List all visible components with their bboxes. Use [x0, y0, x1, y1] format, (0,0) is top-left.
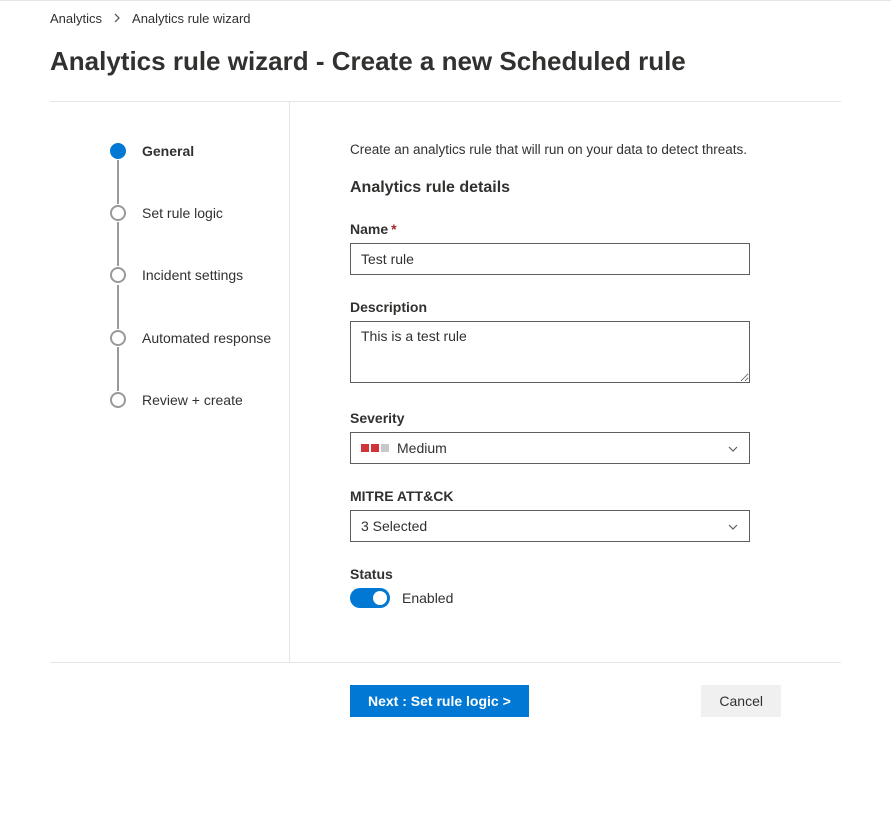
step-label: Set rule logic [142, 204, 223, 222]
step-label: General [142, 142, 194, 160]
step-connector [117, 222, 119, 266]
breadcrumb: Analytics Analytics rule wizard [50, 11, 841, 26]
chevron-down-icon [727, 520, 739, 532]
breadcrumb-root[interactable]: Analytics [50, 11, 102, 26]
step-connector [117, 347, 119, 391]
toggle-knob-icon [373, 591, 387, 605]
mitre-select[interactable]: 3 Selected [350, 510, 750, 542]
mitre-label: MITRE ATT&CK [350, 488, 781, 504]
required-indicator: * [391, 221, 396, 237]
step-general[interactable]: General [110, 142, 289, 160]
wizard-steps: General Set rule logic Incident settings… [50, 102, 290, 662]
description-textarea[interactable] [350, 321, 750, 383]
step-dot-icon [110, 205, 126, 221]
step-label: Automated response [142, 329, 271, 347]
status-label: Status [350, 566, 781, 582]
step-label: Review + create [142, 391, 243, 409]
name-input[interactable] [350, 243, 750, 275]
step-dot-icon [110, 330, 126, 346]
chevron-down-icon [727, 442, 739, 454]
step-automated-response[interactable]: Automated response [110, 329, 289, 347]
breadcrumb-current: Analytics rule wizard [132, 11, 251, 26]
status-text: Enabled [402, 590, 453, 606]
cancel-button[interactable]: Cancel [701, 685, 781, 717]
step-set-rule-logic[interactable]: Set rule logic [110, 204, 289, 222]
wizard-footer: Next : Set rule logic > Cancel [50, 662, 841, 757]
mitre-value: 3 Selected [361, 518, 427, 534]
step-review-create[interactable]: Review + create [110, 391, 289, 409]
step-dot-icon [110, 267, 126, 283]
form-panel: Create an analytics rule that will run o… [290, 102, 841, 662]
status-toggle[interactable] [350, 588, 390, 608]
chevron-right-icon [112, 12, 122, 26]
step-connector [117, 285, 119, 329]
step-label: Incident settings [142, 266, 243, 284]
page-title: Analytics rule wizard - Create a new Sch… [50, 46, 841, 77]
next-button[interactable]: Next : Set rule logic > [350, 685, 529, 717]
severity-select[interactable]: Medium [350, 432, 750, 464]
step-connector [117, 160, 119, 204]
step-incident-settings[interactable]: Incident settings [110, 266, 289, 284]
severity-value: Medium [397, 440, 447, 456]
severity-label: Severity [350, 410, 781, 426]
severity-icon [361, 444, 389, 452]
description-label: Description [350, 299, 781, 315]
step-dot-icon [110, 143, 126, 159]
name-label: Name* [350, 221, 781, 237]
intro-text: Create an analytics rule that will run o… [350, 142, 781, 157]
step-dot-icon [110, 392, 126, 408]
section-heading: Analytics rule details [350, 179, 781, 197]
